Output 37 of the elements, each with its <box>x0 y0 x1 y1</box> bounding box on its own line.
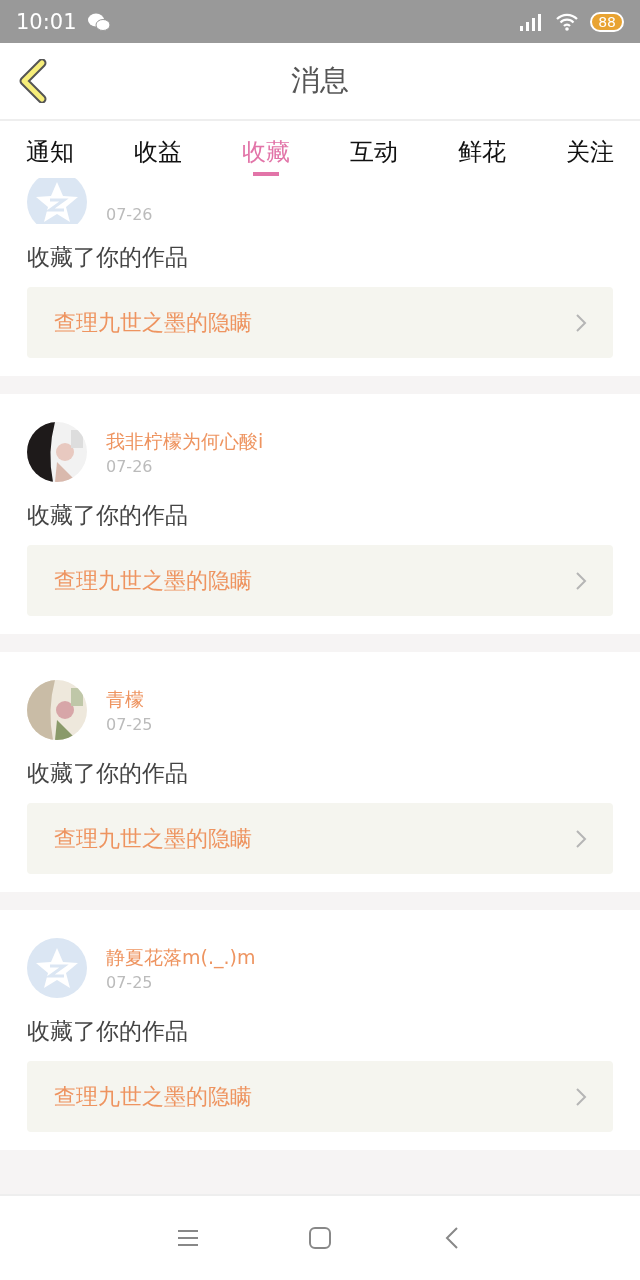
chevron-right-icon <box>575 570 587 591</box>
message-date: 07-26 <box>106 205 153 224</box>
page-title: 消息 <box>291 62 349 99</box>
work-title: 查理九世之墨的隐瞒 <box>54 308 252 337</box>
tab[interactable]: 通知 <box>10 121 90 176</box>
tab[interactable]: 收藏 <box>226 121 306 176</box>
work-link[interactable]: 查理九世之墨的隐瞒 <box>27 545 613 616</box>
tab[interactable]: 关注 <box>550 121 630 176</box>
chat-icon <box>86 11 111 32</box>
chevron-right-icon <box>575 312 587 333</box>
chevron-right-icon <box>575 1086 587 1107</box>
message-text: 收藏了你的作品 <box>27 501 189 530</box>
chevron-right-icon <box>575 828 587 849</box>
work-link[interactable]: 查理九世之墨的隐瞒 <box>27 803 613 874</box>
avatar-icon <box>27 938 87 998</box>
battery-indicator: 88 <box>590 11 624 32</box>
message-date: 07-25 <box>106 972 154 992</box>
work-title: 查理九世之墨的隐瞒 <box>54 824 252 853</box>
tab[interactable]: 鲜花 <box>442 121 522 176</box>
user-name[interactable]: 我非柠檬为何心酸i <box>106 428 264 455</box>
clock: 10:01 <box>16 9 77 34</box>
home-icon[interactable] <box>309 1227 331 1249</box>
work-title: 查理九世之墨的隐瞒 <box>54 566 252 595</box>
message-text: 收藏了你的作品 <box>27 243 189 272</box>
user-name[interactable]: 静夏花落m(._.)m <box>106 944 256 971</box>
message-text: 收藏了你的作品 <box>27 759 189 788</box>
message-date: 07-26 <box>106 456 154 476</box>
work-link[interactable]: 查理九世之墨的隐瞒 <box>27 287 613 358</box>
tab[interactable]: 收益 <box>118 121 198 176</box>
back-icon[interactable] <box>18 59 48 103</box>
message-date: 07-25 <box>106 714 153 734</box>
work-link[interactable]: 查理九世之墨的隐瞒 <box>27 1061 613 1132</box>
message-text: 收藏了你的作品 <box>27 1017 189 1046</box>
tab[interactable]: 互动 <box>334 121 414 176</box>
work-title: 查理九世之墨的隐瞒 <box>54 1082 252 1111</box>
menu-icon[interactable] <box>177 1227 199 1249</box>
user-name[interactable]: 青檬 <box>106 686 153 713</box>
